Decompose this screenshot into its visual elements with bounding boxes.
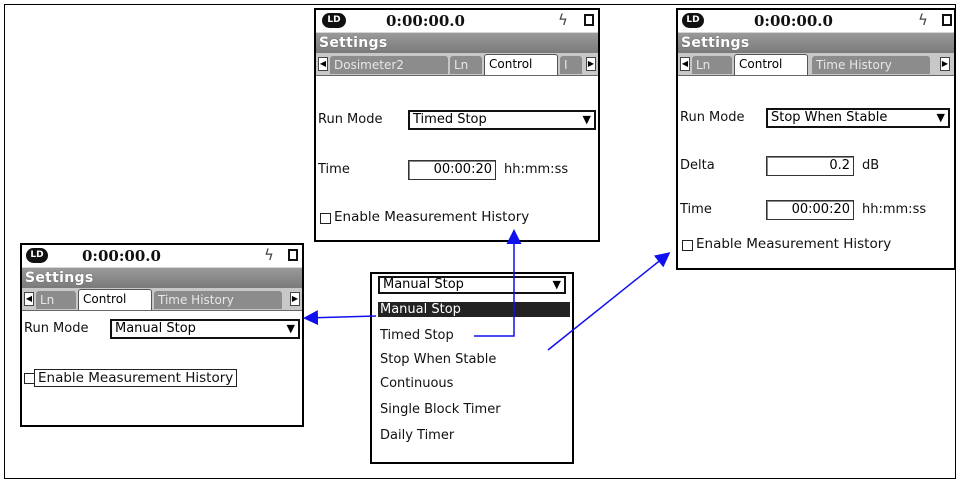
arrow-to-stop-when-stable — [547, 252, 671, 351]
connector-arrows — [303, 229, 671, 351]
arrow-to-timed-stop — [474, 229, 522, 337]
arrow-to-manual-stop — [303, 310, 377, 326]
